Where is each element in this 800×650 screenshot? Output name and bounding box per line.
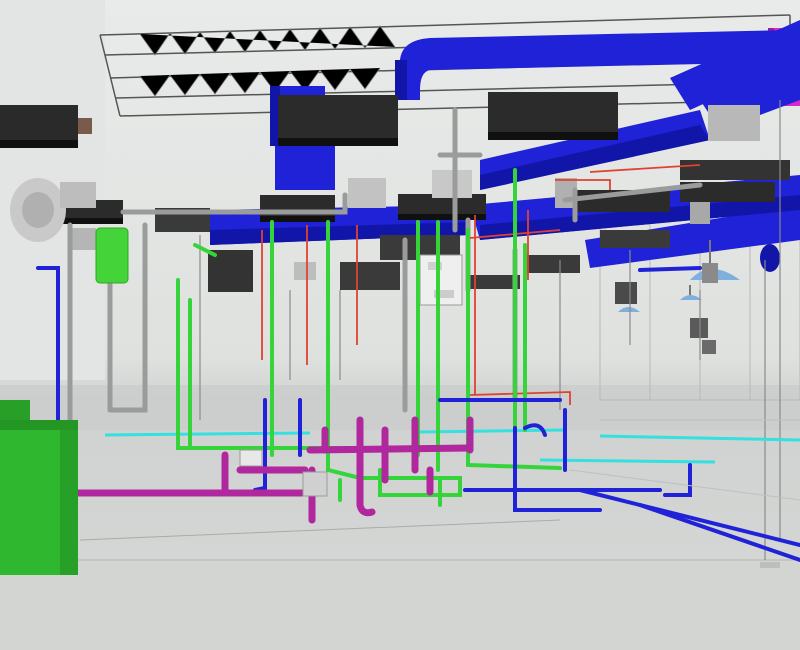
- water-heater-icon: [419, 254, 463, 306]
- bim-mep-3d-view: [0, 0, 800, 650]
- floor-slab: [0, 560, 800, 650]
- supply-duct-end-cap: [760, 244, 780, 272]
- green-vertical-duct: [95, 227, 129, 284]
- floor-sink: [239, 449, 263, 467]
- floor-device: [760, 562, 780, 568]
- cleanout-box: [302, 471, 328, 497]
- air-handler-icon: [0, 400, 78, 575]
